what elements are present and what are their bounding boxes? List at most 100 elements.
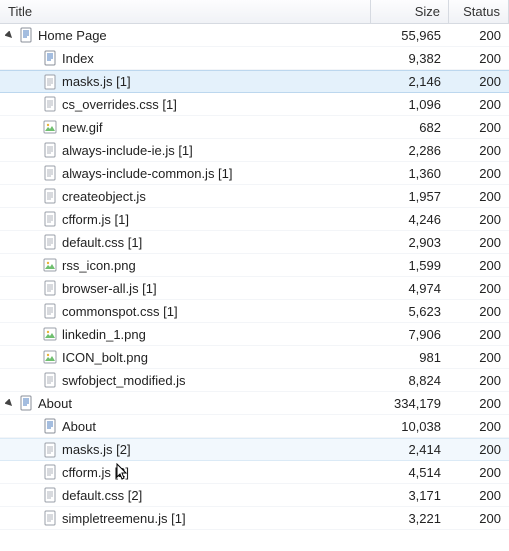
row-status: 200 <box>449 235 509 250</box>
row-size: 682 <box>371 120 449 135</box>
expander-icon[interactable] <box>4 30 14 40</box>
row-status: 200 <box>449 74 509 89</box>
row-size: 3,221 <box>371 511 449 526</box>
title-cell: commonspot.css [1] <box>0 303 371 319</box>
tree-row[interactable]: Index 9,382200 <box>0 47 509 70</box>
file-icon <box>42 372 58 388</box>
title-cell: browser-all.js [1] <box>0 280 371 296</box>
image-icon <box>42 257 58 273</box>
tree-row[interactable]: simpletreemenu.js [1] 3,221200 <box>0 507 509 530</box>
row-title: Home Page <box>38 28 107 43</box>
row-status: 200 <box>449 373 509 388</box>
title-cell: About <box>0 395 371 411</box>
title-cell: rss_icon.png <box>0 257 371 273</box>
tree-row[interactable]: cfform.js [1]4,246200 <box>0 208 509 231</box>
row-status: 200 <box>449 396 509 411</box>
row-title: Index <box>62 51 94 66</box>
file-icon <box>42 487 58 503</box>
image-icon <box>42 349 58 365</box>
row-status: 200 <box>449 281 509 296</box>
row-title: default.css [2] <box>62 488 142 503</box>
row-title: cs_overrides.css [1] <box>62 97 177 112</box>
row-title: simpletreemenu.js [1] <box>62 511 186 526</box>
row-size: 10,038 <box>371 419 449 434</box>
title-cell: Home Page <box>0 27 371 43</box>
row-size: 4,974 <box>371 281 449 296</box>
tree-row[interactable]: About334,179200 <box>0 392 509 415</box>
tree-row[interactable]: masks.js [1]2,146200 <box>0 70 509 93</box>
row-title: default.css [1] <box>62 235 142 250</box>
row-size: 8,824 <box>371 373 449 388</box>
tree-row[interactable]: swfobject_modified.js 8,824200 <box>0 369 509 392</box>
document-icon <box>42 418 58 434</box>
row-status: 200 <box>449 511 509 526</box>
row-title: masks.js [2] <box>62 442 131 457</box>
tree-row[interactable]: commonspot.css [1]5,623200 <box>0 300 509 323</box>
tree-row[interactable]: browser-all.js [1]4,974200 <box>0 277 509 300</box>
row-size: 9,382 <box>371 51 449 66</box>
file-icon <box>42 464 58 480</box>
row-title: cfform.js [2] <box>62 465 129 480</box>
title-cell: ICON_bolt.png <box>0 349 371 365</box>
file-icon <box>42 211 58 227</box>
row-size: 7,906 <box>371 327 449 342</box>
row-title: createobject.js <box>62 189 146 204</box>
title-cell: createobject.js <box>0 188 371 204</box>
image-icon <box>42 119 58 135</box>
title-cell: masks.js [2] <box>0 442 371 458</box>
tree-row[interactable]: About10,038200 <box>0 415 509 438</box>
row-size: 1,599 <box>371 258 449 273</box>
row-size: 1,096 <box>371 97 449 112</box>
title-cell: About <box>0 418 371 434</box>
row-status: 200 <box>449 120 509 135</box>
column-header-size[interactable]: Size <box>371 0 449 23</box>
document-icon <box>18 395 34 411</box>
row-size: 5,623 <box>371 304 449 319</box>
row-title: linkedin_1.png <box>62 327 146 342</box>
row-status: 200 <box>449 28 509 43</box>
tree-row[interactable]: Home Page 55,965200 <box>0 24 509 47</box>
row-status: 200 <box>449 327 509 342</box>
row-title: swfobject_modified.js <box>62 373 186 388</box>
column-header-row: Title Size Status <box>0 0 509 24</box>
file-icon <box>42 234 58 250</box>
tree-row[interactable]: always-include-ie.js [1]2,286200 <box>0 139 509 162</box>
tree-body: Home Page55,965200Index9,382200masks.js … <box>0 24 509 530</box>
tree-row[interactable]: createobject.js1,957200 <box>0 185 509 208</box>
row-title: commonspot.css [1] <box>62 304 178 319</box>
tree-row[interactable]: rss_icon.png1,599200 <box>0 254 509 277</box>
tree-row[interactable]: cfform.js [2]4,514200 <box>0 461 509 484</box>
row-size: 2,286 <box>371 143 449 158</box>
row-size: 3,171 <box>371 488 449 503</box>
row-size: 2,903 <box>371 235 449 250</box>
row-size: 55,965 <box>371 28 449 43</box>
tree-row[interactable]: masks.js [2]2,414200 <box>0 438 509 461</box>
tree-row[interactable]: always-include-common.js [1]1,360200 <box>0 162 509 185</box>
file-icon <box>42 280 58 296</box>
title-cell: cfform.js [2] <box>0 464 371 480</box>
row-title: new.gif <box>62 120 102 135</box>
row-status: 200 <box>449 51 509 66</box>
tree-row[interactable]: ICON_bolt.png981200 <box>0 346 509 369</box>
row-title: rss_icon.png <box>62 258 136 273</box>
title-cell: Index <box>0 50 371 66</box>
row-size: 2,414 <box>371 442 449 457</box>
file-icon <box>42 303 58 319</box>
tree-row[interactable]: default.css [2]3,171200 <box>0 484 509 507</box>
title-cell: linkedin_1.png <box>0 326 371 342</box>
row-title: About <box>38 396 72 411</box>
tree-row[interactable]: linkedin_1.png 7,906200 <box>0 323 509 346</box>
tree-row[interactable]: default.css [1] 2,903200 <box>0 231 509 254</box>
title-cell: default.css [2] <box>0 487 371 503</box>
document-icon <box>42 50 58 66</box>
tree-row[interactable]: new.gif 682200 <box>0 116 509 139</box>
row-status: 200 <box>449 419 509 434</box>
title-cell: default.css [1] <box>0 234 371 250</box>
column-header-title[interactable]: Title <box>0 0 371 23</box>
tree-row[interactable]: cs_overrides.css [1]1,096200 <box>0 93 509 116</box>
row-status: 200 <box>449 166 509 181</box>
column-header-status[interactable]: Status <box>449 0 509 23</box>
expander-icon[interactable] <box>4 398 14 408</box>
row-status: 200 <box>449 465 509 480</box>
document-icon <box>18 27 34 43</box>
